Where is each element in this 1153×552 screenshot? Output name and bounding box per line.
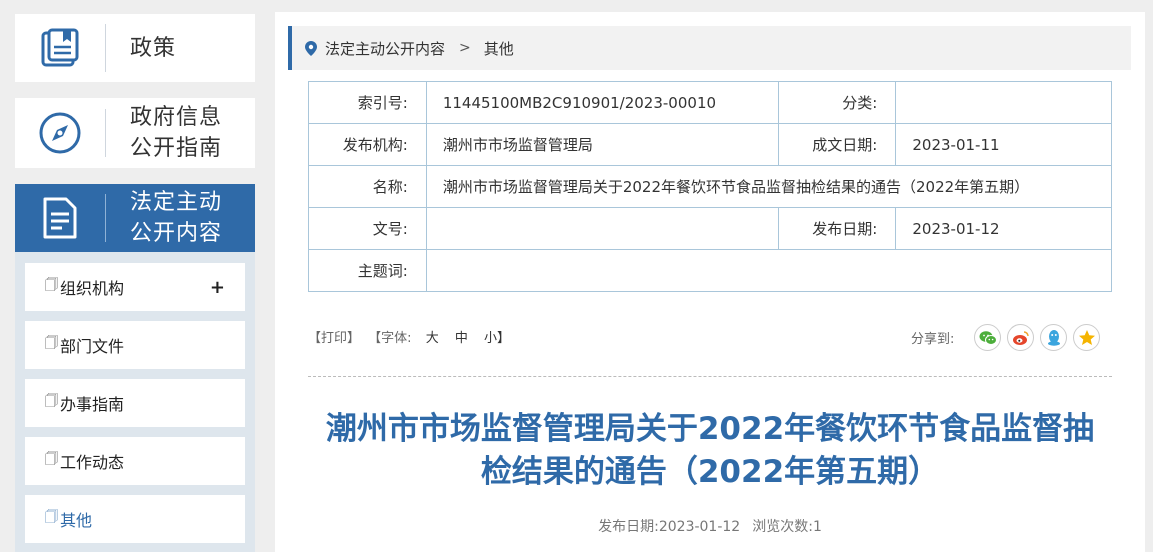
article-publish-info: 发布日期:2023-01-12 浏览次数:1	[275, 516, 1145, 536]
table-row: 发布机构: 潮州市市场监督管理局 成文日期: 2023-01-11	[308, 123, 1112, 166]
document-icon: 🗍	[45, 336, 58, 351]
written-date-value: 2023-01-11	[895, 123, 1112, 166]
breadcrumb: 法定主动公开内容 > 其他	[288, 26, 1131, 70]
sidebar-item-label: 办事指南	[60, 395, 125, 414]
keywords-value	[425, 249, 1113, 292]
sidebar-item-other[interactable]: 🗍 其他	[25, 495, 245, 543]
written-date-label: 成文日期:	[777, 123, 897, 166]
index-no-label: 索引号:	[308, 81, 427, 124]
document-icon: 🗍	[45, 394, 58, 409]
sidebar-item-service-guide[interactable]: 🗍 办事指南	[25, 379, 245, 427]
publish-date-value: 2023-01-12	[895, 207, 1112, 250]
sidebar-item-label: 其他	[60, 511, 93, 530]
document-icon: 🗍	[45, 452, 58, 467]
document-icon: 🗍	[45, 510, 58, 525]
chevron-right-icon: >	[459, 40, 471, 56]
sidebar-category-info-guide[interactable]: 政府信息 公开指南	[15, 98, 255, 168]
views-label: 浏览次数:	[752, 519, 813, 535]
qzone-icon[interactable]	[1073, 324, 1101, 351]
weibo-icon[interactable]	[1007, 324, 1035, 351]
sidebar-category-policy[interactable]: 政策	[15, 14, 255, 82]
table-row: 名称: 潮州市市场监督管理局关于2022年餐饮环节食品监督抽检结果的通告（202…	[308, 165, 1113, 208]
share-bar: 分享到:	[911, 324, 1101, 351]
category-label: 政府信息 公开指南	[130, 105, 223, 161]
breadcrumb-link-statutory[interactable]: 法定主动公开内容	[325, 38, 445, 59]
sidebar-item-work-news[interactable]: 🗍 工作动态	[25, 437, 245, 485]
qq-icon[interactable]	[1040, 324, 1068, 351]
table-row: 文号: 发布日期: 2023-01-12	[308, 207, 1112, 250]
views-value: 1	[812, 519, 822, 535]
location-pin-icon	[305, 40, 317, 56]
name-value: 潮州市市场监督管理局关于2022年餐饮环节食品监督抽检结果的通告（2022年第五…	[425, 165, 1113, 208]
font-large-button[interactable]: 大	[426, 331, 439, 346]
document-icon	[15, 196, 105, 240]
category-value	[895, 81, 1112, 124]
sidebar-item-organization[interactable]: 🗍 组织机构 +	[25, 263, 245, 311]
article-title: 潮州市市场监督管理局关于2022年餐饮环节食品监督抽 检结果的通告（2022年第…	[325, 411, 1095, 490]
sidebar-category-statutory-disclosure[interactable]: 法定主动 公开内容	[15, 184, 255, 252]
sidebar-item-label: 部门文件	[60, 337, 125, 356]
sidebar-item-label: 组织机构	[60, 279, 125, 298]
article-tools: 【打印】 【字体: 大 中 小】	[308, 327, 516, 346]
pub-date-label: 发布日期:	[598, 519, 659, 535]
document-icon: 🗍	[45, 278, 58, 293]
category-label: 分类:	[777, 81, 897, 124]
main-content: 法定主动公开内容 > 其他 索引号: 11445100MB2C910901/20…	[275, 12, 1145, 552]
font-size-label: 【字体:	[368, 331, 412, 346]
keywords-label: 主题词:	[308, 249, 427, 292]
share-label: 分享到:	[911, 332, 955, 347]
document-meta-table: 索引号: 11445100MB2C910901/2023-00010 分类: 发…	[308, 81, 1113, 292]
wechat-icon[interactable]	[974, 324, 1002, 351]
publish-date-label: 发布日期:	[777, 207, 897, 250]
divider	[308, 376, 1112, 377]
category-label: 政策	[130, 35, 177, 61]
sidebar-item-department-files[interactable]: 🗍 部门文件	[25, 321, 245, 369]
font-medium-button[interactable]: 中	[455, 331, 468, 346]
index-no-value: 11445100MB2C910901/2023-00010	[425, 81, 779, 124]
sidebar-subnav: 🗍 组织机构 + 🗍 部门文件 🗍 办事指南 🗍 工作动态 🗍 其他	[15, 252, 255, 552]
breadcrumb-accent-bar	[288, 26, 292, 70]
table-row: 主题词:	[308, 249, 1113, 292]
breadcrumb-current[interactable]: 其他	[484, 38, 514, 59]
table-row: 索引号: 11445100MB2C910901/2023-00010 分类:	[308, 81, 1112, 124]
issuer-value: 潮州市市场监督管理局	[425, 123, 779, 166]
pub-date-value: 2023-01-12	[658, 519, 741, 535]
issuer-label: 发布机构:	[308, 123, 427, 166]
book-icon	[15, 27, 105, 69]
category-label: 法定主动 公开内容	[130, 190, 223, 246]
print-button[interactable]: 【打印】	[308, 331, 360, 346]
doc-no-value	[425, 207, 779, 250]
font-small-button[interactable]: 小】	[484, 331, 510, 346]
compass-icon	[15, 111, 105, 155]
name-label: 名称:	[308, 165, 427, 208]
expand-icon[interactable]: +	[210, 277, 225, 298]
sidebar-item-label: 工作动态	[60, 453, 125, 472]
doc-no-label: 文号:	[308, 207, 427, 250]
